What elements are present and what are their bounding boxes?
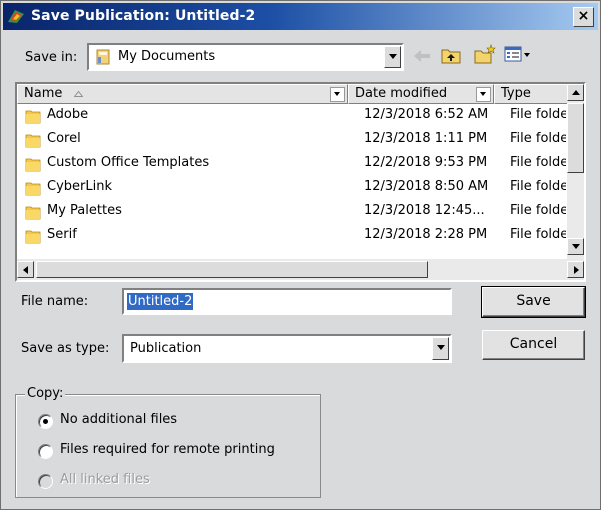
folder-icon — [25, 204, 41, 220]
folder-icon — [25, 132, 41, 148]
scroll-down-button[interactable] — [567, 238, 584, 255]
date-modified-cell: 12/3/2018 8:50 AM — [364, 179, 489, 194]
type-cell: File folde — [510, 107, 566, 122]
radio-files-required-remote[interactable] — [38, 444, 53, 459]
date-modified-cell: 12/3/2018 12:45... — [364, 203, 485, 218]
vertical-scrollbar[interactable] — [567, 84, 584, 259]
file-row[interactable]: Adobe 12/3/2018 6:52 AM File folde — [17, 104, 566, 128]
save-as-type-dropdown[interactable]: Publication — [122, 334, 452, 363]
folder-icon — [25, 156, 41, 172]
radio-no-additional-files[interactable] — [38, 414, 53, 429]
close-button[interactable]: × — [573, 7, 594, 27]
column-header-date[interactable]: Date modified — [348, 84, 494, 104]
date-modified-cell: 12/3/2018 2:28 PM — [364, 227, 488, 242]
type-cell: File folde — [510, 179, 566, 194]
save-in-label: Save in: — [25, 50, 78, 65]
file-name-cell: Adobe — [47, 107, 89, 122]
scroll-thumb[interactable] — [567, 103, 584, 173]
type-cell: File folde — [510, 203, 566, 218]
radio-all-linked-files — [38, 474, 53, 489]
copy-group-title: Copy: — [25, 386, 66, 401]
date-filter-dropdown[interactable] — [476, 87, 491, 102]
right-arrow-icon — [574, 266, 579, 274]
file-row[interactable]: Serif 12/3/2018 2:28 PM File folde — [17, 224, 566, 248]
file-name-cell: My Palettes — [47, 203, 122, 218]
save-button[interactable]: Save — [481, 286, 586, 318]
file-name-cell: Serif — [47, 227, 77, 242]
file-row[interactable]: Custom Office Templates 12/2/2018 9:53 PM… — [17, 152, 566, 176]
file-name-input[interactable]: Untitled-2 — [122, 288, 452, 315]
save-in-dropdown-arrow[interactable] — [384, 46, 401, 68]
new-folder-icon[interactable] — [474, 44, 496, 64]
date-modified-cell: 12/3/2018 6:52 AM — [364, 107, 489, 122]
publication-app-icon — [8, 10, 24, 23]
column-header-type-label: Type — [501, 86, 531, 101]
save-as-type-label: Save as type: — [21, 341, 110, 356]
down-arrow-icon — [572, 244, 580, 249]
horizontal-scrollbar[interactable] — [17, 259, 584, 280]
scroll-up-button[interactable] — [567, 84, 584, 101]
save-publication-dialog: Save Publication: Untitled-2 × Save in: … — [0, 0, 601, 510]
file-name-label: File name: — [21, 294, 89, 309]
radio-no-additional-files-label[interactable]: No additional files — [60, 412, 177, 427]
column-header-name-label: Name — [24, 86, 63, 101]
file-name-cell: Custom Office Templates — [47, 155, 210, 170]
up-one-level-icon[interactable] — [441, 46, 461, 64]
file-name-value: Untitled-2 — [127, 293, 194, 310]
name-filter-dropdown[interactable] — [330, 87, 345, 102]
folder-icon — [25, 180, 41, 196]
save-in-dropdown[interactable]: My Documents — [87, 43, 404, 71]
file-row[interactable]: CyberLink 12/3/2018 8:50 AM File folde — [17, 176, 566, 200]
column-header-date-label: Date modified — [355, 86, 448, 101]
left-arrow-icon — [23, 266, 28, 274]
file-list[interactable]: Name Date modified Type Adobe 12/3/2018 6… — [15, 82, 586, 282]
radio-files-required-remote-label[interactable]: Files required for remote printing — [60, 442, 275, 457]
sort-ascending-icon — [74, 91, 83, 97]
scroll-left-button[interactable] — [17, 261, 34, 278]
dialog-title: Save Publication: Untitled-2 — [31, 8, 256, 24]
type-cell: File folde — [510, 155, 566, 170]
up-arrow-icon — [572, 90, 580, 95]
file-name-cell: CyberLink — [47, 179, 112, 194]
file-row[interactable]: Corel 12/3/2018 1:11 PM File folde — [17, 128, 566, 152]
save-as-type-value: Publication — [130, 341, 202, 356]
cancel-button[interactable]: Cancel — [482, 330, 585, 360]
my-documents-icon — [96, 49, 110, 65]
scroll-right-button[interactable] — [567, 261, 584, 278]
horizontal-scroll-thumb[interactable] — [36, 261, 428, 278]
folder-icon — [25, 108, 41, 124]
file-name-cell: Corel — [47, 131, 81, 146]
date-modified-cell: 12/2/2018 9:53 PM — [364, 155, 488, 170]
date-modified-cell: 12/3/2018 1:11 PM — [364, 131, 488, 146]
folder-icon — [25, 228, 41, 244]
radio-all-linked-files-label: All linked files — [60, 472, 150, 487]
view-menu-icon[interactable] — [504, 46, 532, 62]
column-header-type[interactable]: Type — [494, 84, 568, 104]
save-in-value: My Documents — [118, 49, 216, 64]
title-bar[interactable]: Save Publication: Untitled-2 × — [3, 3, 598, 30]
back-arrow-icon[interactable] — [413, 49, 431, 63]
column-header-name[interactable]: Name — [17, 84, 348, 104]
type-cell: File folde — [510, 227, 566, 242]
type-cell: File folde — [510, 131, 566, 146]
file-row[interactable]: My Palettes 12/3/2018 12:45... File folde — [17, 200, 566, 224]
save-as-type-dropdown-arrow[interactable] — [432, 337, 449, 360]
